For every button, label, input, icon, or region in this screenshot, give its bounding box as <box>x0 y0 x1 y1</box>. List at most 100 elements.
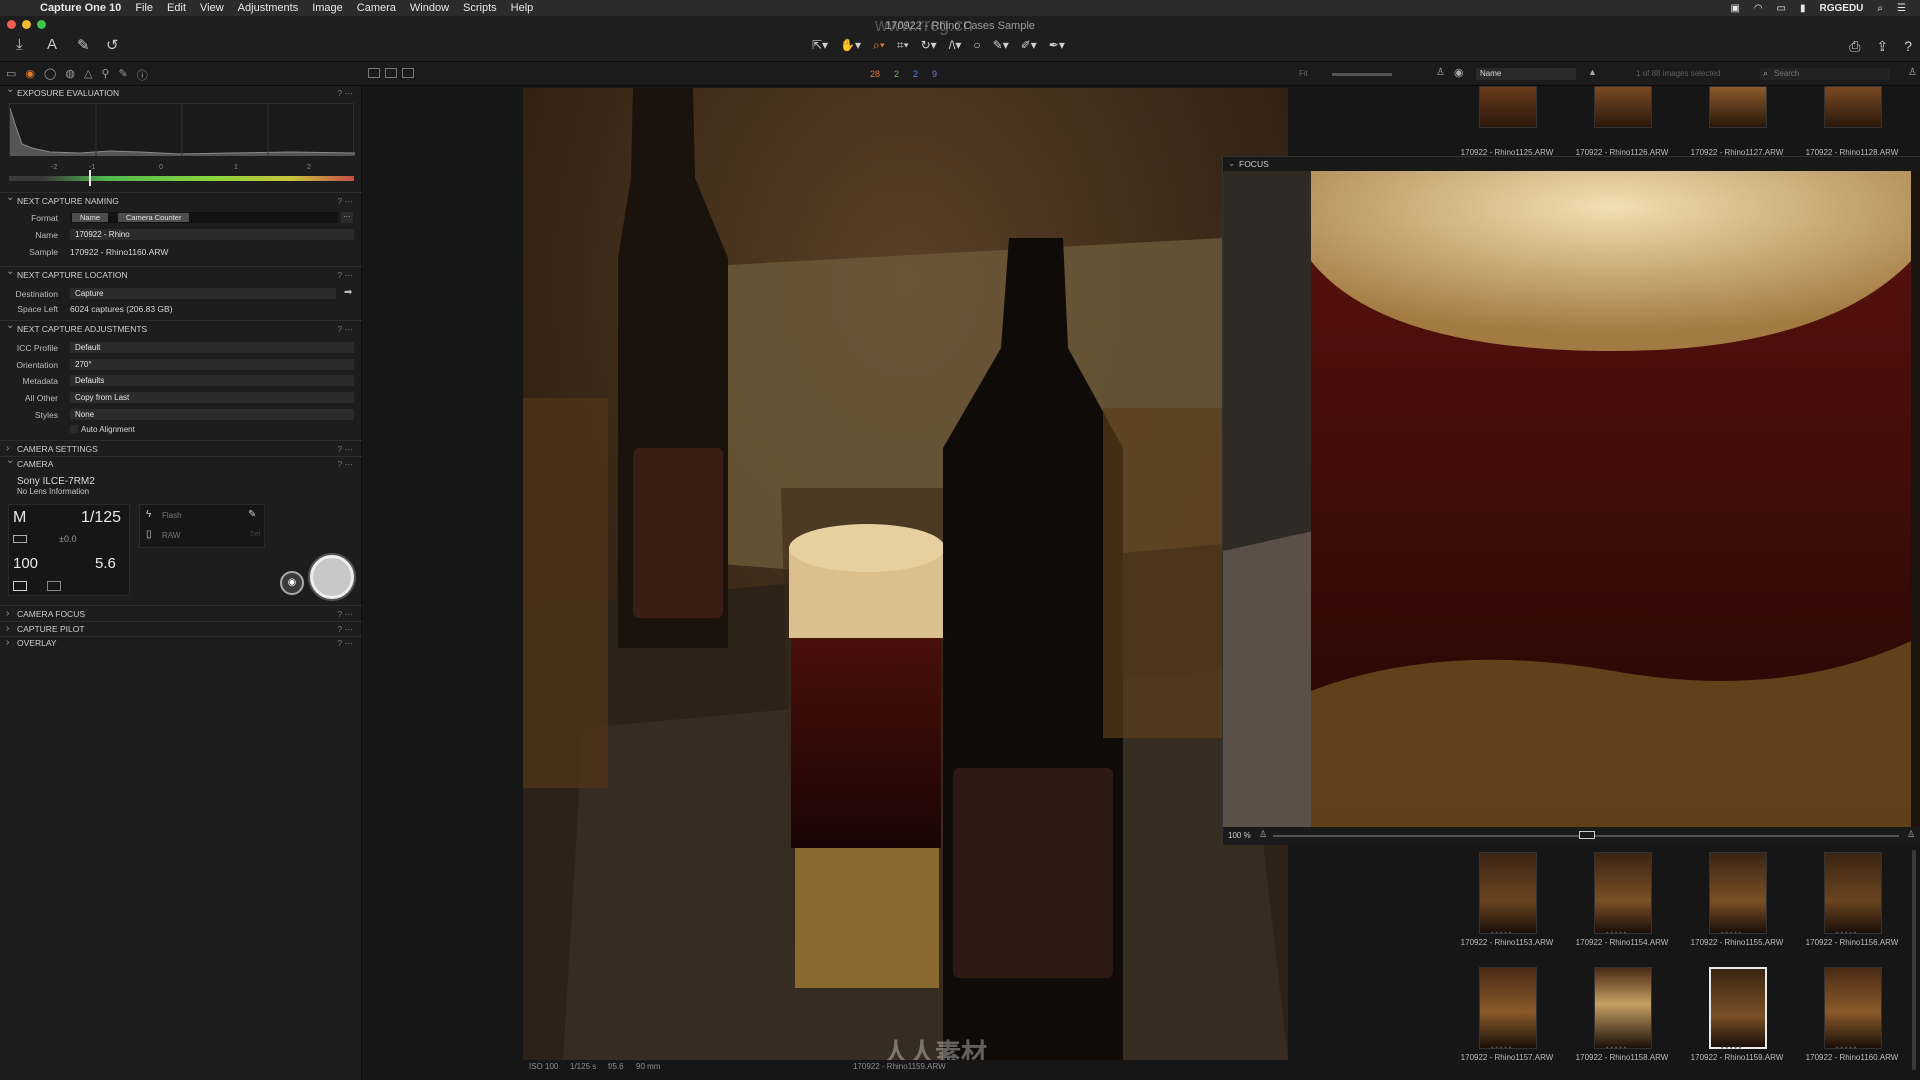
exposure-evaluation-header[interactable]: EXPOSURE EVALUATION ? ⋯ <box>0 83 362 100</box>
thumbnail[interactable]: ••••• 170922 - Rhino1158.ARW <box>1564 967 1672 1063</box>
thumbnail[interactable]: ••••• 170922 - Rhino1160.ARW <box>1794 967 1902 1063</box>
import-icon[interactable]: ⤓ <box>16 36 23 53</box>
thumbnail[interactable]: 170922 - Rhino1126.ARW <box>1564 66 1672 162</box>
thumbnail[interactable]: 170922 - Rhino1125.ARW <box>1449 66 1557 162</box>
section-help-icon[interactable]: ? ⋯ <box>337 607 353 621</box>
menu-window[interactable]: Window <box>410 2 449 14</box>
rating-dots[interactable]: ••••• <box>1721 930 1743 937</box>
export-icon[interactable]: ⇪ <box>1876 38 1888 55</box>
select-tool-icon[interactable]: ⇱▾ <box>812 38 828 53</box>
wifi-icon[interactable]: ◠ <box>1754 3 1763 14</box>
library-tab-icon[interactable]: ▭ <box>6 67 16 83</box>
menu-view[interactable]: View <box>200 2 224 14</box>
airplay-icon[interactable]: ▭ <box>1777 3 1786 14</box>
text-tool-icon[interactable]: A <box>47 36 57 53</box>
pan-tool-icon[interactable]: ✋▾ <box>840 38 861 53</box>
menu-image[interactable]: Image <box>312 2 343 14</box>
print-icon[interactable]: ⎙ <box>1849 38 1860 55</box>
destination-select[interactable]: Capture <box>70 288 336 299</box>
color-tab-icon[interactable]: ◍ <box>65 67 75 83</box>
section-help-icon[interactable]: ? ⋯ <box>337 457 353 471</box>
rating-dots[interactable]: ••••• <box>1491 930 1513 937</box>
section-help-icon[interactable]: ? ⋯ <box>337 322 353 336</box>
notification-center-icon[interactable]: ☰ <box>1897 3 1906 14</box>
menu-camera[interactable]: Camera <box>357 2 396 14</box>
capture-tab-icon[interactable]: ◉ <box>25 67 35 83</box>
exposure-tab-icon[interactable]: △ <box>84 67 92 83</box>
rating-dots[interactable]: ••••• <box>1606 1045 1628 1052</box>
iso-value[interactable]: 100 <box>13 555 38 572</box>
tag-count-green[interactable]: 2 <box>894 69 899 79</box>
section-help-icon[interactable]: ? ⋯ <box>337 268 353 282</box>
browser-scrollbar[interactable] <box>1912 850 1916 1070</box>
reveal-folder-icon[interactable]: ➡ <box>344 287 352 298</box>
viewer-image[interactable]: 人人素材 <box>523 88 1288 1060</box>
rating-dots[interactable]: ••••• <box>1836 930 1858 937</box>
focus-zoom-handle[interactable] <box>1579 831 1595 839</box>
eyedropper-icon[interactable]: ✎ <box>248 509 256 520</box>
rating-dots[interactable]: ••••• <box>1836 1045 1858 1052</box>
spotlight-search-icon[interactable]: ⌕ <box>1877 3 1883 14</box>
tag-count-blue[interactable]: 2 <box>913 69 918 79</box>
camera-model[interactable]: Sony ILCE-7RM2 <box>17 476 95 487</box>
local-adjustments-tab-icon[interactable]: ✎ <box>118 67 127 83</box>
rating-dots[interactable]: ••••• <box>1491 1045 1513 1052</box>
shutter-speed[interactable]: 1/125 <box>81 509 121 527</box>
menu-adjustments[interactable]: Adjustments <box>238 2 299 14</box>
camera-counter-token[interactable]: Camera Counter <box>118 213 190 222</box>
details-tab-icon[interactable]: ⚲ <box>101 67 109 83</box>
orientation-select[interactable]: 270° <box>70 359 354 370</box>
menu-help[interactable]: Help <box>511 2 534 14</box>
thumbnail[interactable]: ••••• 170922 - Rhino1157.ARW <box>1449 967 1557 1063</box>
rotate-tool-icon[interactable]: ↻▾ <box>921 38 937 53</box>
thumbnail[interactable]: ••••• 170922 - Rhino1156.ARW <box>1794 852 1902 948</box>
tag-count-orange[interactable]: 28 <box>870 69 880 79</box>
fit-label[interactable]: Fit <box>1299 69 1308 78</box>
single-view-icon[interactable] <box>385 68 397 78</box>
user-name[interactable]: RGGEDU <box>1820 3 1864 14</box>
exposure-compensation[interactable]: ±0.0 <box>59 534 76 544</box>
camera-header[interactable]: CAMERA ? ⋯ <box>0 454 362 471</box>
person-icon[interactable]: ♙ <box>1259 829 1267 840</box>
undo-icon[interactable]: ↺ <box>106 36 119 54</box>
focus-preview[interactable] <box>1223 171 1920 827</box>
drive-mode-icon[interactable] <box>13 535 27 543</box>
menu-file[interactable]: File <box>135 2 153 14</box>
app-name-menu[interactable]: Capture One 10 <box>40 2 121 14</box>
aperture-value[interactable]: 5.6 <box>95 555 116 572</box>
rating-dots[interactable]: ••••• <box>1721 1045 1743 1052</box>
grid-view-icon[interactable] <box>368 68 380 78</box>
person-icon[interactable]: ♙ <box>1436 67 1445 78</box>
thumbnail[interactable]: 170922 - Rhino1128.ARW <box>1794 66 1902 162</box>
spot-removal-icon[interactable]: ○ <box>973 38 980 53</box>
metadata-select[interactable]: Defaults <box>70 375 354 386</box>
person-filter-icon[interactable]: ♙ <box>1908 67 1917 78</box>
live-view-button[interactable]: ◉ <box>280 571 304 595</box>
lens-tab-icon[interactable]: ◯ <box>44 67 56 83</box>
tag-count-purple[interactable]: 9 <box>932 69 937 79</box>
next-capture-location-header[interactable]: NEXT CAPTURE LOCATION ? ⋯ <box>0 265 362 282</box>
white-balance-icon[interactable] <box>47 581 61 591</box>
thumbnail-size-slider[interactable] <box>1332 73 1392 76</box>
next-capture-naming-header[interactable]: NEXT CAPTURE NAMING ? ⋯ <box>0 191 362 208</box>
name-token[interactable]: Name <box>72 213 109 222</box>
styles-select[interactable]: None <box>70 409 354 420</box>
rating-dots[interactable]: ••••• <box>1606 930 1628 937</box>
capture-button[interactable] <box>310 555 354 599</box>
zoom-tool-icon[interactable]: ⌕▾ <box>873 38 885 53</box>
thumbnail[interactable]: 170922 - Rhino1127.ARW <box>1679 66 1787 162</box>
metering-icon[interactable] <box>13 581 27 591</box>
section-help-icon[interactable]: ? ⋯ <box>337 636 353 650</box>
sel-label[interactable]: Sel <box>250 531 260 538</box>
thumbnail[interactable]: ••••• 170922 - Rhino1153.ARW <box>1449 852 1557 948</box>
section-help-icon[interactable]: ? ⋯ <box>337 86 353 100</box>
next-capture-adjustments-header[interactable]: NEXT CAPTURE ADJUSTMENTS ? ⋯ <box>0 319 362 336</box>
brush-tool-icon[interactable]: ✎ <box>77 36 90 54</box>
person-icon[interactable]: ♙ <box>1907 829 1915 840</box>
all-other-select[interactable]: Copy from Last <box>70 392 354 403</box>
exposure-mode[interactable]: M <box>13 509 26 527</box>
menu-scripts[interactable]: Scripts <box>463 2 497 14</box>
camera-focus-header[interactable]: CAMERA FOCUS ? ⋯ <box>0 607 362 621</box>
auto-alignment-checkbox[interactable] <box>70 425 78 433</box>
erase-mask-icon[interactable]: ✐▾ <box>1021 38 1037 53</box>
